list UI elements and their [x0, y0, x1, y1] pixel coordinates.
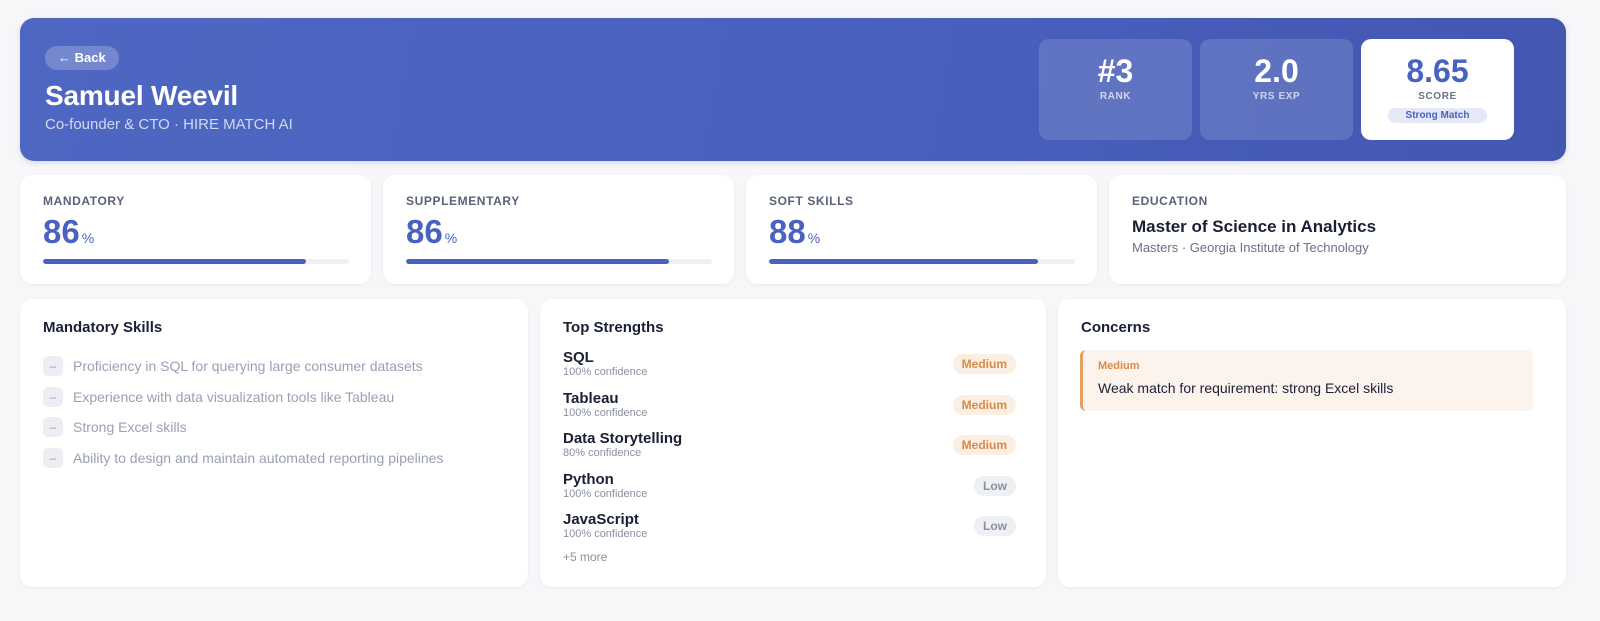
strength-list: SQL 100% confidence Medium Tableau 100% … [563, 349, 1016, 552]
strength-confidence: 100% confidence [563, 406, 648, 419]
score-label: SCORE [1418, 91, 1457, 102]
strength-row: Data Storytelling 80% confidence Medium [563, 430, 1016, 471]
strength-name: SQL [563, 349, 594, 366]
level-badge: Low [974, 516, 1016, 536]
strength-confidence: 100% confidence [563, 366, 648, 378]
metric-label: SUPPLEMENTARY [406, 194, 520, 208]
rank-label: RANK [1099, 91, 1132, 102]
skill-text: Experience with data visualization tools… [73, 388, 395, 405]
concern-severity: Medium [1098, 360, 1140, 372]
skill-text: Proficiency in SQL for querying large co… [73, 358, 423, 375]
strength-row: JavaScript 100% confidence Low [563, 511, 1016, 552]
level-badge: Medium [952, 394, 1016, 415]
dash-icon: – [43, 447, 63, 468]
strength-name: Tableau [563, 389, 619, 407]
strength-confidence: 100% confidence [563, 528, 648, 540]
list-item: – Ability to design and maintain automat… [43, 443, 443, 474]
metric-value: 86% [43, 213, 95, 250]
section-title: Mandatory Skills [43, 319, 163, 336]
score-stat-card: 8.65 SCORE Strong Match [1361, 39, 1514, 140]
candidate-header: ← Back Samuel Weevil Co-founder & CTO · … [20, 18, 1566, 161]
level-badge: Low [974, 475, 1016, 496]
progress-bar [769, 259, 1075, 264]
skill-text: Ability to design and maintain automated… [73, 449, 444, 466]
strength-name: Python [563, 470, 614, 488]
strength-name: JavaScript [563, 511, 639, 528]
metric-value: 88% [769, 213, 821, 250]
education-degree: Master of Science in Analytics [1132, 217, 1377, 236]
skill-text: Strong Excel skills [73, 419, 187, 436]
progress-bar [43, 259, 349, 264]
show-more-link[interactable]: +5 more [563, 550, 607, 564]
match-badge: Strong Match [1387, 108, 1488, 123]
candidate-name: Samuel Weevil [45, 80, 238, 111]
metric-label: SOFT SKILLS [769, 194, 854, 208]
back-button[interactable]: ← Back [45, 46, 119, 70]
experience-label: YRS EXP [1252, 91, 1301, 102]
strength-row: Python 100% confidence Low [563, 471, 1016, 512]
experience-value: 2.0 [1254, 53, 1299, 89]
score-value: 8.65 [1406, 53, 1469, 89]
level-badge: Medium [952, 435, 1016, 455]
education-label: EDUCATION [1132, 194, 1208, 208]
dash-icon: – [43, 356, 63, 377]
progress-bar [406, 259, 712, 264]
mandatory-metric-card: MANDATORY 86% [20, 175, 371, 284]
section-title: Concerns [1081, 319, 1151, 336]
soft-skills-metric-card: SOFT SKILLS 88% [746, 175, 1097, 284]
metric-label: MANDATORY [43, 194, 125, 208]
rank-value: #3 [1097, 53, 1134, 89]
education-detail: Masters · Georgia Institute of Technolog… [1132, 240, 1369, 255]
progress-fill [406, 259, 670, 264]
supplementary-metric-card: SUPPLEMENTARY 86% [383, 175, 734, 284]
metric-value: 86% [406, 213, 458, 250]
strength-confidence: 100% confidence [563, 487, 648, 500]
progress-fill [769, 259, 1039, 264]
strength-confidence: 80% confidence [563, 447, 642, 459]
mandatory-skills-panel: Mandatory Skills – Proficiency in SQL fo… [20, 299, 528, 587]
concern-text: Weak match for requirement: strong Excel… [1098, 380, 1394, 396]
strength-name: Data Storytelling [563, 430, 683, 447]
dash-icon: – [43, 417, 63, 438]
experience-stat-card: 2.0 YRS EXP [1200, 39, 1353, 140]
strength-row: SQL 100% confidence Medium [563, 349, 1016, 390]
progress-fill [43, 259, 307, 264]
strength-row: Tableau 100% confidence Medium [563, 390, 1016, 431]
skill-list: – Proficiency in SQL for querying large … [43, 351, 443, 473]
level-badge: Medium [952, 354, 1016, 374]
list-item: – Strong Excel skills [43, 412, 443, 443]
concerns-panel: Concerns Medium Weak match for requireme… [1058, 299, 1566, 587]
candidate-subtitle: Co-founder & CTO · HIRE MATCH AI [45, 116, 293, 133]
concern-item: Medium Weak match for requirement: stron… [1080, 350, 1533, 411]
section-title: Top Strengths [563, 319, 664, 336]
dash-icon: – [43, 386, 63, 407]
rank-stat-card: #3 RANK [1039, 39, 1192, 140]
list-item: – Proficiency in SQL for querying large … [43, 351, 443, 382]
top-strengths-panel: Top Strengths SQL 100% confidence Medium… [540, 299, 1046, 587]
list-item: – Experience with data visualization too… [43, 382, 443, 413]
education-card: EDUCATION Master of Science in Analytics… [1109, 175, 1566, 284]
